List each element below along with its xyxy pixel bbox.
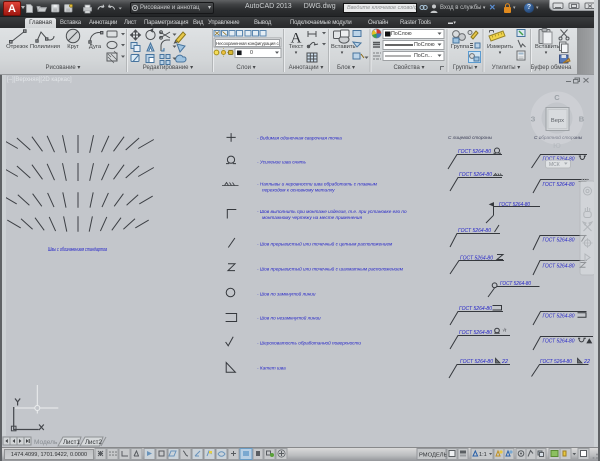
svg-text:ГОСТ 5264-80: ГОСТ 5264-80 (499, 202, 531, 208)
svg-text:монтажному чертежу на месте пр: монтажному чертежу на месте применения (262, 215, 363, 220)
svg-text:- Видимая одиночная сварочная: - Видимая одиночная сварочная точка (257, 136, 342, 141)
svg-text:Модель: Модель (34, 439, 58, 446)
svg-text:22: 22 (583, 359, 590, 365)
svg-text:С лицевой стороны: С лицевой стороны (448, 134, 493, 140)
svg-text:Лист2: Лист2 (85, 439, 102, 446)
svg-text:ГОСТ 5264-80: ГОСТ 5264-80 (543, 182, 576, 188)
svg-text:- Шов по незамкнутой линии: - Шов по незамкнутой линии (257, 315, 321, 321)
svg-text:ГОСТ 5264-80: ГОСТ 5264-80 (543, 339, 576, 345)
svg-text:- Усиление шва снять: - Усиление шва снять (257, 160, 307, 165)
svg-text:переходом к основному металлу: переходом к основному металлу (262, 188, 335, 193)
svg-text:- Шов выполнить при монтаже из: - Шов выполнить при монтаже изделия, т.е… (257, 209, 407, 214)
svg-text:Швы с обозначением стандартов: Швы с обозначением стандартов (48, 247, 107, 253)
svg-text:1:1: 1:1 (479, 452, 487, 458)
svg-text:ГОСТ 5264-80: ГОСТ 5264-80 (460, 256, 494, 262)
svg-text:- Шов прерывистый или точечный: - Шов прерывистый или точечный с шахматн… (257, 266, 404, 272)
svg-text:ГОСТ 5264-80: ГОСТ 5264-80 (459, 306, 493, 312)
svg-text:ГОСТ 5264-80: ГОСТ 5264-80 (543, 264, 576, 270)
svg-text:22: 22 (501, 359, 508, 365)
svg-text:- Наплывы и неровности шва обр: - Наплывы и неровности шва обработать с … (257, 182, 378, 187)
svg-text:ГОСТ 5264-80: ГОСТ 5264-80 (459, 330, 493, 336)
svg-text:В: В (579, 115, 585, 124)
svg-text:ГОСТ 5264-80: ГОСТ 5264-80 (543, 238, 576, 244)
svg-text:- Шов по замкнутой линии: - Шов по замкнутой линии (257, 291, 316, 297)
svg-text:С: С (554, 93, 560, 102)
svg-text:ГОСТ 5264-80: ГОСТ 5264-80 (458, 149, 492, 155)
svg-text:- Катет шва: - Катет шва (257, 366, 286, 371)
svg-text:√t: √t (503, 328, 508, 333)
svg-text:ГОСТ 5264-80: ГОСТ 5264-80 (500, 281, 532, 287)
svg-text:ГОСТ 5264-80: ГОСТ 5264-80 (459, 172, 493, 178)
svg-text:Верх: Верх (551, 118, 564, 124)
svg-text:- Шероховатость обработанной п: - Шероховатость обработанной поверхности (257, 340, 361, 346)
svg-text:Лист1: Лист1 (63, 439, 80, 446)
svg-text:ГОСТ 5264-80: ГОСТ 5264-80 (540, 359, 573, 365)
svg-text:РМОДЕЛЬ: РМОДЕЛЬ (419, 453, 448, 459)
svg-text:ГОСТ 5264-80: ГОСТ 5264-80 (458, 228, 492, 234)
svg-text:МСК: МСК (549, 162, 560, 168)
svg-text:Ю: Ю (553, 141, 561, 150)
svg-text:ГОСТ 5264-80: ГОСТ 5264-80 (460, 359, 494, 365)
svg-text:З: З (531, 115, 536, 124)
svg-text:ГОСТ 5264-80: ГОСТ 5264-80 (543, 314, 576, 320)
svg-text:- Шов прерывистый или точечный: - Шов прерывистый или точечный с цепным … (257, 241, 393, 247)
